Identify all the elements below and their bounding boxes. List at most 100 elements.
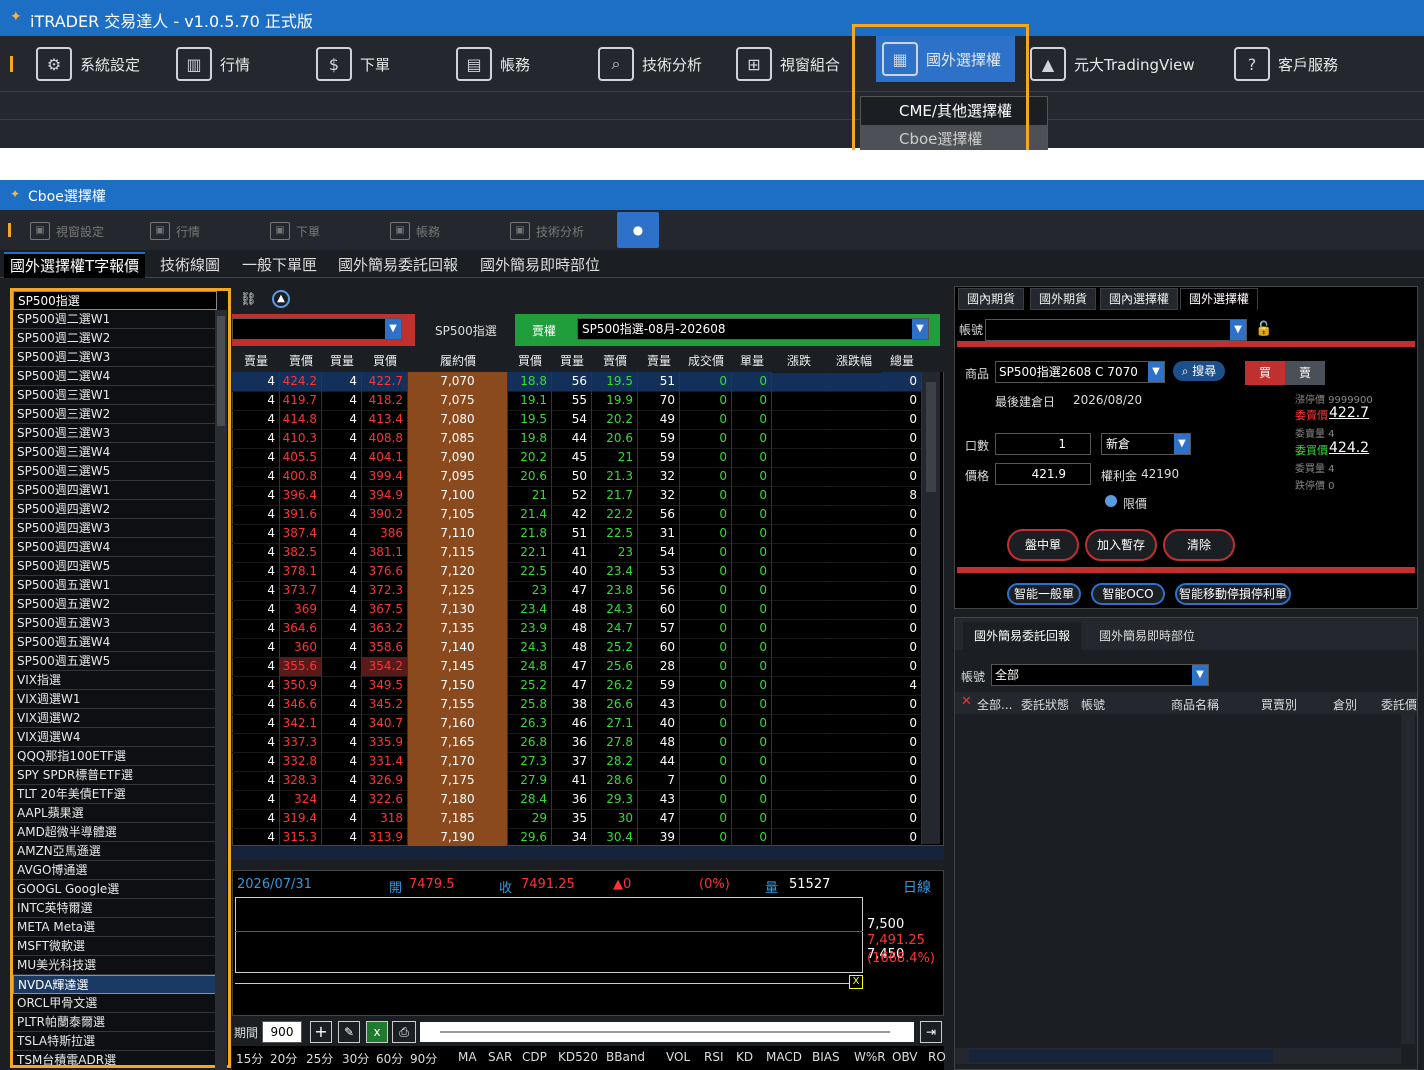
table-row[interactable]: 4 342.1 4 340.7 7,160 26.3 46 27.1 40 0 0 0 [232,714,922,734]
col-header[interactable]: 買價 [362,350,408,372]
tab-3[interactable]: 國外簡易委託回報 [338,254,458,275]
chat-icon[interactable]: ● [617,212,659,248]
list-item[interactable]: VIX週選W2 [13,709,217,728]
price-stepper[interactable]: 421.9 [995,463,1091,485]
sell-button[interactable]: 賣 [1285,361,1325,385]
open-close-select[interactable]: 新倉 ▼ [1101,433,1191,455]
table-row[interactable]: 4 319.4 4 318 7,185 29 35 30 47 0 0 0 [232,809,922,829]
list-item[interactable]: SP500週三選W4 [13,443,217,462]
tool-3[interactable]: ▣ 帳務 [390,222,440,240]
search-button[interactable]: ⌕ 搜尋 [1173,361,1225,381]
chevron-down-icon[interactable]: ▼ [1174,434,1190,454]
list-item[interactable]: SP500週二選W1 [13,310,217,329]
report-col[interactable]: 商品名稱 [1171,696,1219,713]
list-scrollbar[interactable] [215,310,227,1070]
list-item[interactable]: SP500週五選W4 [13,633,217,652]
chevron-down-icon[interactable]: ▼ [385,319,401,339]
list-item[interactable]: MU美光科技選 [13,956,217,975]
list-item[interactable]: SP500週四選W5 [13,557,217,576]
menu-item-5[interactable]: ⊞ 視窗組合 [736,46,840,82]
tool-1[interactable]: ▣ 行情 [150,222,200,240]
report-col[interactable]: 帳號 [1081,696,1105,713]
h-scrollbar[interactable] [232,846,944,860]
scroll-thumb[interactable] [969,1050,1273,1062]
indicator-9[interactable]: KD520 [558,1050,598,1064]
list-item[interactable]: SPY SPDR標普ETF選 [13,766,217,785]
menu-item-3[interactable]: ▤ 帳務 [456,46,530,82]
list-item[interactable]: SP500週五選W5 [13,652,217,671]
indicator-7[interactable]: SAR [488,1050,512,1064]
table-row[interactable]: 4 360 4 358.6 7,140 24.3 48 25.2 60 0 0 0 [232,638,922,658]
col-header[interactable]: 買量 [322,350,362,372]
tab-4[interactable]: 國外簡易即時部位 [480,254,600,275]
table-row[interactable]: 4 419.7 4 418.2 7,075 19.1 55 19.9 70 0 0 0 [232,391,922,411]
intraday-order-button[interactable]: 盤中單 [1007,529,1079,561]
table-row[interactable]: 4 387.4 4 386 7,110 21.8 51 22.5 31 0 0 0 [232,524,922,544]
list-item[interactable]: SP500週三選W5 [13,462,217,481]
table-row[interactable]: 4 410.3 4 408.8 7,085 19.8 44 20.6 59 0 0 0 [232,429,922,449]
list-item[interactable]: SP500週四選W3 [13,519,217,538]
list-item[interactable]: NVDA輝達選 [13,975,217,994]
table-row[interactable]: 4 328.3 4 326.9 7,175 27.9 41 28.6 7 0 0 0 [232,771,922,791]
report-account-select[interactable]: 全部 ▼ [991,664,1209,686]
print-icon[interactable]: ⎙ [392,1021,416,1043]
indicator-4[interactable]: 60分 [376,1050,403,1067]
order-tab-2[interactable]: 國內選擇權 [1100,288,1179,310]
indicator-1[interactable]: 20分 [270,1050,297,1067]
list-item[interactable]: AAPL蘋果選 [13,804,217,823]
indicator-18[interactable]: RO [928,1050,946,1064]
list-item[interactable]: SP500週四選W4 [13,538,217,557]
report-vscroll[interactable] [1401,714,1415,1044]
col-header[interactable]: 單量 [732,350,772,372]
list-item[interactable]: GOOGL Google選 [13,880,217,899]
menu-item-0[interactable]: ⚙ 系統設定 [36,46,140,82]
scroll-thumb[interactable] [217,316,225,426]
chevron-down-icon[interactable]: ▼ [1192,665,1208,685]
tab-foreign-report[interactable]: 國外簡易委託回報 [963,622,1081,650]
list-item[interactable]: SP500週四選W1 [13,481,217,500]
list-item[interactable]: SP500週四選W2 [13,500,217,519]
list-item[interactable]: SP500週二選W3 [13,348,217,367]
period-input[interactable]: 900 [262,1021,302,1043]
table-row[interactable]: 4 350.9 4 349.5 7,150 25.2 47 26.2 59 0 0 4 [232,676,922,696]
product-select[interactable]: SP500指選2608 C 7070 ▼ [995,361,1165,383]
plus-icon[interactable]: + [310,1021,332,1043]
account-select[interactable]: ▼ [985,319,1247,341]
list-item[interactable]: SP500週五選W3 [13,614,217,633]
table-row[interactable]: 4 396.4 4 394.9 7,100 21 52 21.7 32 0 0 8 [232,486,922,506]
x-marker[interactable]: X [849,975,863,989]
indicator-13[interactable]: KD [736,1050,753,1064]
tab-2[interactable]: 一般下單匣 [242,254,317,275]
table-row[interactable]: 4 315.3 4 313.9 7,190 29.6 34 30.4 39 0 0 0 [232,828,922,848]
contract-select[interactable]: SP500指選-08月-202608 ▼ [577,318,929,340]
report-hscroll[interactable] [955,1048,1401,1064]
col-header[interactable]: 漲跌幅 [826,350,882,372]
quote-scrollbar[interactable] [922,372,940,844]
list-item[interactable]: SP500週三選W3 [13,424,217,443]
indicator-11[interactable]: VOL [666,1050,690,1064]
list-item[interactable]: VIX週選W4 [13,728,217,747]
list-item[interactable]: TLT 20年美債ETF選 [13,785,217,804]
col-header[interactable]: 買價 [508,350,552,372]
smart-order-button[interactable]: 智能一般單 [1007,583,1081,605]
table-row[interactable]: 4 414.8 4 413.4 7,080 19.5 54 20.2 49 0 0 0 [232,410,922,430]
col-header[interactable]: 賣量 [638,350,680,372]
eraser-icon[interactable]: ✎ [338,1021,360,1043]
list-item[interactable]: TSLA特斯拉選 [13,1032,217,1051]
indicator-5[interactable]: 90分 [410,1050,437,1067]
fit-icon[interactable]: ⇥ [920,1021,942,1043]
scroll-thumb[interactable] [926,382,936,492]
list-item[interactable]: TSM台積電ADR選 [13,1051,217,1065]
tool-0[interactable]: ▣ 視窗設定 [30,222,104,240]
list-item[interactable]: AMD超微半導體選 [13,823,217,842]
table-row[interactable]: 4 324 4 322.6 7,180 28.4 36 29.3 43 0 0 0 [232,790,922,810]
table-row[interactable]: 4 332.8 4 331.4 7,170 27.3 37 28.2 44 0 0 0 [232,752,922,772]
table-row[interactable]: 4 424.2 4 422.7 7,070 18.8 56 19.5 51 0 0 0 [232,372,922,392]
indicator-8[interactable]: CDP [522,1050,547,1064]
list-item[interactable]: INTC英特爾選 [13,899,217,918]
grip-handle[interactable] [8,223,11,237]
list-item[interactable]: AMZN亞馬遜選 [13,842,217,861]
ask-value[interactable]: 422.7 [1329,405,1369,421]
menu-item-2[interactable]: $ 下單 [316,46,390,82]
cancel-all-icon[interactable]: ✕ [961,694,972,709]
